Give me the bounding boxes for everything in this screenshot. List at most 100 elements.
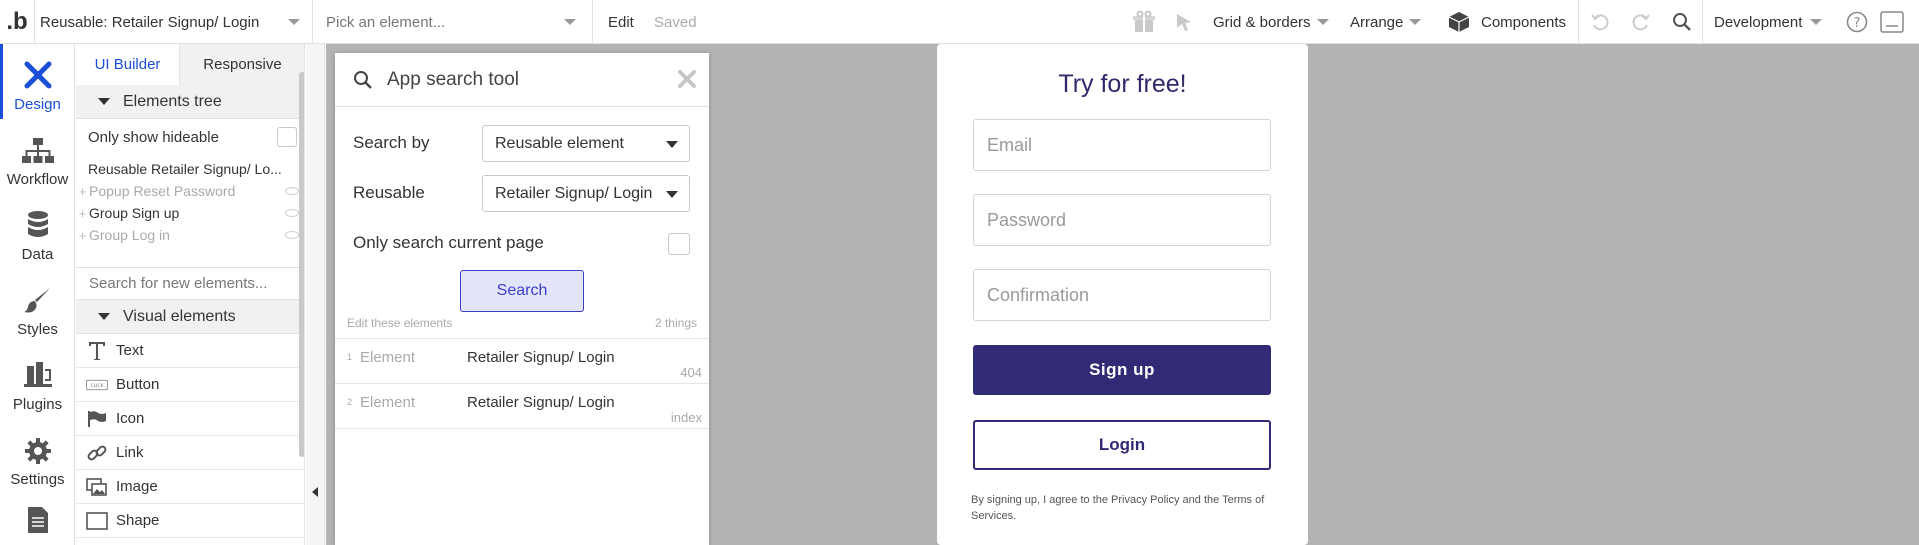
grid-borders-menu[interactable]: Grid & borders <box>1213 0 1329 44</box>
search-by-select[interactable]: Reusable element <box>482 125 690 162</box>
divider <box>312 0 313 44</box>
arrange-label: Arrange <box>1350 13 1404 31</box>
saved-status: Saved <box>654 13 697 31</box>
grid-borders-label: Grid & borders <box>1213 13 1311 31</box>
collapse-left-icon <box>312 487 318 497</box>
bubble-logo[interactable]: .b <box>0 0 34 44</box>
signup-title: Try for free! <box>1058 70 1187 98</box>
nav-settings-label: Settings <box>10 471 65 488</box>
search-button[interactable]: Search <box>460 270 584 312</box>
result-page: index <box>670 410 702 425</box>
element-picker[interactable]: Pick an element... <box>326 0 581 44</box>
result-kind: Element <box>360 394 416 411</box>
divider <box>592 0 593 44</box>
nav-styles-label: Styles <box>17 321 58 338</box>
element-type-shape[interactable]: Shape <box>76 504 304 538</box>
close-icon[interactable] <box>675 67 699 91</box>
nav-workflow-label: Workflow <box>6 171 69 188</box>
svg-text:CLICK: CLICK <box>91 383 104 389</box>
nav-design-label: Design <box>14 96 61 113</box>
search-result-row[interactable]: 1 Element Retailer Signup/ Login 404 <box>335 339 709 384</box>
undo-icon[interactable] <box>1589 0 1611 44</box>
result-count: 2 things <box>654 316 697 330</box>
element-type-button[interactable]: CLICK Button <box>76 368 304 402</box>
button-icon: CLICK <box>86 368 108 402</box>
nav-workflow[interactable]: Workflow <box>0 119 75 194</box>
nav-data-label: Data <box>21 246 54 263</box>
panel-scrollbar[interactable] <box>299 72 304 457</box>
elements-tree-header[interactable]: Elements tree <box>76 85 304 119</box>
login-button[interactable]: Login <box>973 420 1271 470</box>
element-type-icon[interactable]: Icon <box>76 402 304 436</box>
visual-elements-header[interactable]: Visual elements <box>76 300 304 334</box>
nav-design[interactable]: Design <box>0 44 75 119</box>
tree-item-group-log-in[interactable]: + Group Log in <box>76 222 304 248</box>
components-icon[interactable] <box>1446 0 1472 44</box>
nav-plugins[interactable]: Plugins <box>0 344 75 419</box>
page-selector-label: Reusable: Retailer Signup/ Login <box>40 13 260 31</box>
expand-plus-icon[interactable]: + <box>76 228 89 243</box>
tree-item-label: Popup Reset Password <box>89 183 236 199</box>
chevron-down-icon <box>1409 19 1422 25</box>
password-field[interactable]: Password <box>973 194 1271 246</box>
cursor-icon[interactable] <box>1172 0 1196 44</box>
nav-plugins-label: Plugins <box>12 396 63 413</box>
nav-styles[interactable]: Styles <box>0 269 75 344</box>
eye-icon[interactable] <box>285 187 299 195</box>
search-tool-title: App search tool <box>387 68 520 90</box>
only-show-hideable-checkbox[interactable] <box>277 127 297 147</box>
expand-plus-icon[interactable]: + <box>76 184 89 199</box>
eye-icon[interactable] <box>285 231 299 239</box>
search-result-row[interactable]: 2 Element Retailer Signup/ Login index <box>335 384 709 429</box>
only-current-page-label: Only search current page <box>353 233 544 252</box>
workflow-icon <box>21 138 54 163</box>
document-icon <box>27 507 48 533</box>
result-kind: Element <box>360 349 416 366</box>
link-icon <box>86 436 108 470</box>
image-icon <box>86 470 108 504</box>
element-type-image[interactable]: Image <box>76 470 304 504</box>
reusable-signup-preview[interactable]: Try for free! Email Password Confirmatio… <box>937 44 1308 545</box>
search-by-label: Search by <box>353 133 430 152</box>
page-selector[interactable]: Reusable: Retailer Signup/ Login <box>40 0 308 44</box>
gear-icon <box>24 438 51 464</box>
environment-selector[interactable]: Development <box>1714 0 1823 44</box>
expand-plus-icon[interactable]: + <box>76 206 89 221</box>
nav-settings[interactable]: Settings <box>0 419 75 494</box>
confirmation-field[interactable]: Confirmation <box>973 269 1271 321</box>
nav-data[interactable]: Data <box>0 194 75 269</box>
chevron-down-icon <box>666 191 678 198</box>
gift-icon[interactable] <box>1131 0 1157 44</box>
flag-icon <box>86 402 108 436</box>
reusable-value: Retailer Signup/ Login <box>495 184 653 202</box>
only-show-hideable-label: Only show hideable <box>88 128 219 146</box>
divider <box>1578 0 1579 44</box>
element-type-text[interactable]: Text <box>76 334 304 368</box>
only-current-page-checkbox[interactable] <box>668 233 690 255</box>
search-new-elements-input[interactable]: Search for new elements... <box>76 267 304 300</box>
search-icon[interactable] <box>1671 0 1693 44</box>
element-type-label: Icon <box>116 410 145 427</box>
reusable-select[interactable]: Retailer Signup/ Login <box>482 175 690 212</box>
tab-ui-builder[interactable]: UI Builder <box>76 44 179 85</box>
element-type-link[interactable]: Link <box>76 436 304 470</box>
nav-logs[interactable] <box>0 494 75 545</box>
edit-button[interactable]: Edit <box>608 0 634 44</box>
components-button[interactable]: Components <box>1481 0 1566 44</box>
redo-icon[interactable] <box>1630 0 1652 44</box>
minimize-icon[interactable] <box>1879 0 1905 44</box>
panel-collapse-strip[interactable] <box>306 44 325 545</box>
arrange-menu[interactable]: Arrange <box>1350 0 1422 44</box>
app-search-tool: App search tool Search by Reusable eleme… <box>335 53 709 545</box>
result-name: Retailer Signup/ Login <box>467 349 615 366</box>
email-field[interactable]: Email <box>973 119 1271 171</box>
tab-responsive[interactable]: Responsive <box>179 44 304 85</box>
element-picker-label: Pick an element... <box>326 13 446 31</box>
chevron-down-icon <box>1316 19 1329 25</box>
edit-elements-hint[interactable]: Edit these elements <box>347 316 452 330</box>
panel-tabs: UI Builder Responsive <box>76 44 304 85</box>
collapse-triangle-icon <box>98 313 110 320</box>
sign-up-button[interactable]: Sign up <box>973 345 1271 395</box>
help-icon[interactable]: ? <box>1845 0 1869 44</box>
eye-icon[interactable] <box>285 209 299 217</box>
